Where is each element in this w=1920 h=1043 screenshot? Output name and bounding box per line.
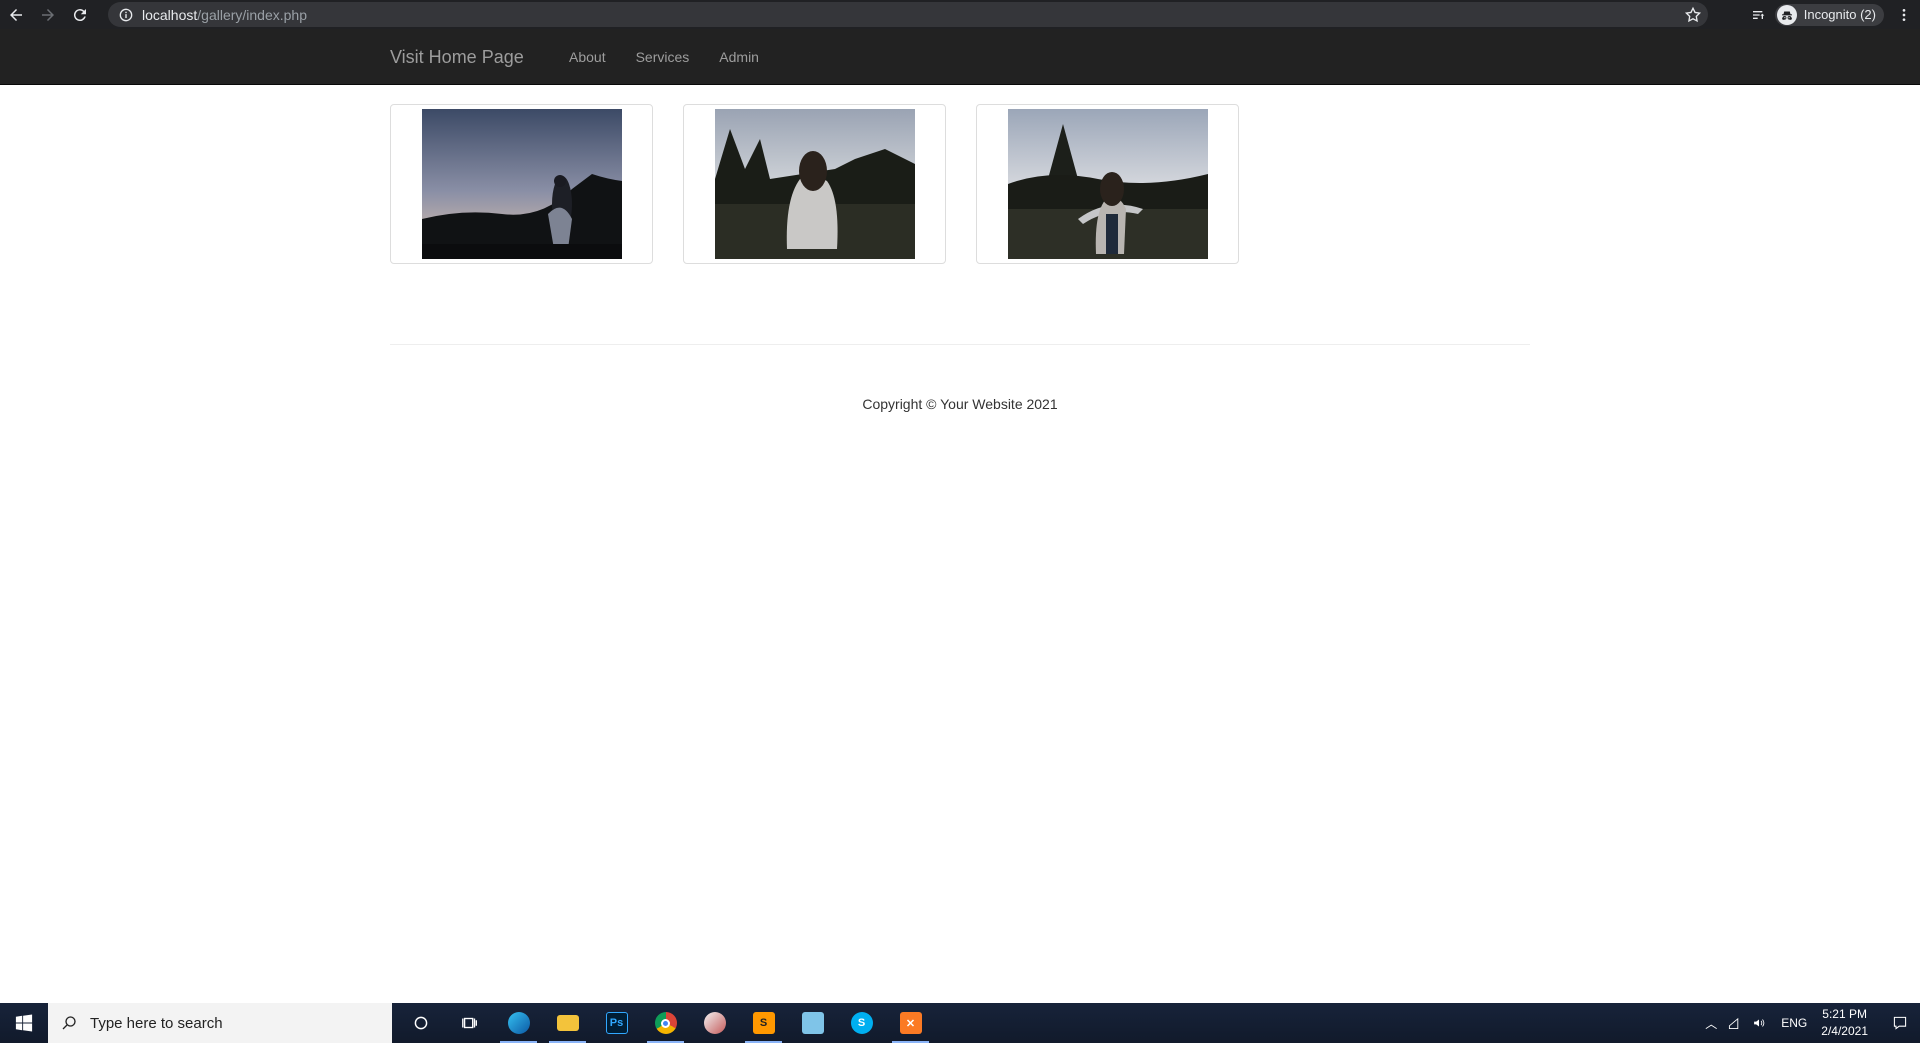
sublime-text-icon[interactable]: S: [739, 1003, 788, 1043]
search-placeholder: Type here to search: [90, 1014, 223, 1032]
url-host: localhost: [142, 6, 198, 23]
gallery-thumbnail[interactable]: [683, 104, 946, 264]
footer-copyright: Copyright © Your Website 2021: [862, 396, 1058, 412]
windows-taskbar: Type here to search Ps S S ✕ ︿ ENG 5:21 …: [0, 1003, 1920, 1043]
arrow-left-icon: [10, 8, 22, 21]
info-icon[interactable]: [118, 7, 134, 23]
volume-icon[interactable]: [1747, 1003, 1771, 1043]
nav-link-services[interactable]: Services: [621, 49, 705, 65]
language-indicator[interactable]: ENG: [1781, 1016, 1807, 1030]
gallery: [390, 104, 1269, 264]
url-text: localhost/gallery/index.php: [142, 7, 307, 23]
brand-link[interactable]: Visit Home Page: [390, 47, 524, 68]
network-icon[interactable]: [1723, 1003, 1747, 1043]
reload-button[interactable]: [64, 0, 96, 29]
clock-date: 2/4/2021: [1821, 1024, 1868, 1038]
chevron-up-icon[interactable]: ︿: [1699, 1003, 1723, 1043]
clock[interactable]: 5:21 PM 2/4/2021: [1821, 1006, 1868, 1040]
gallery-photo[interactable]: [1007, 109, 1208, 259]
forward-button[interactable]: [32, 0, 64, 29]
gallery-thumbnail[interactable]: [976, 104, 1239, 264]
menu-kebab-icon[interactable]: [1888, 0, 1920, 29]
gallery-thumbnail[interactable]: [390, 104, 653, 264]
gallery-photo[interactable]: [421, 109, 622, 259]
chrome-icon[interactable]: [641, 1003, 690, 1043]
site-navbar: Visit Home Page About Services Admin: [0, 29, 1920, 85]
nav-links: About Services Admin: [554, 29, 774, 85]
system-tray: ︿ ENG 5:21 PM 2/4/2021: [1699, 1003, 1920, 1043]
clock-time: 5:21 PM: [1822, 1007, 1867, 1021]
incognito-icon: [1776, 4, 1797, 25]
start-button[interactable]: [0, 1003, 48, 1043]
skype-icon[interactable]: S: [837, 1003, 886, 1043]
reload-icon: [73, 8, 86, 21]
xampp-icon[interactable]: ✕: [886, 1003, 935, 1043]
nav-link-about[interactable]: About: [554, 49, 621, 65]
url-path: /gallery/index.php: [197, 6, 308, 23]
nav-link-admin[interactable]: Admin: [704, 49, 774, 65]
cortana-icon[interactable]: [396, 1003, 445, 1043]
arrow-right-icon: [42, 8, 54, 21]
back-button[interactable]: [0, 0, 32, 29]
app-icon[interactable]: [690, 1003, 739, 1043]
notification-icon[interactable]: [1880, 1003, 1920, 1043]
footer-divider: [390, 344, 1530, 345]
browser-toolbar: localhost/gallery/index.php Incognito (2…: [0, 0, 1920, 29]
photoshop-icon[interactable]: Ps: [592, 1003, 641, 1043]
address-bar[interactable]: localhost/gallery/index.php: [108, 2, 1708, 27]
incognito-profile-button[interactable]: Incognito (2): [1774, 3, 1884, 26]
task-view-icon[interactable]: [445, 1003, 494, 1043]
taskbar-apps: Ps S S ✕: [396, 1003, 935, 1043]
taskbar-search-box[interactable]: Type here to search: [48, 1003, 392, 1043]
web-page: Visit Home Page About Services Admin Cop…: [0, 29, 1920, 1003]
gallery-photo[interactable]: [714, 109, 915, 259]
incognito-label: Incognito (2): [1803, 7, 1876, 22]
file-explorer-icon[interactable]: [543, 1003, 592, 1043]
tab-search-icon[interactable]: [1743, 0, 1775, 29]
bookmark-star-icon[interactable]: [1684, 6, 1702, 24]
search-icon: [62, 1016, 76, 1030]
notepad-icon[interactable]: [788, 1003, 837, 1043]
edge-icon[interactable]: [494, 1003, 543, 1043]
windows-logo-icon: [15, 1014, 33, 1032]
